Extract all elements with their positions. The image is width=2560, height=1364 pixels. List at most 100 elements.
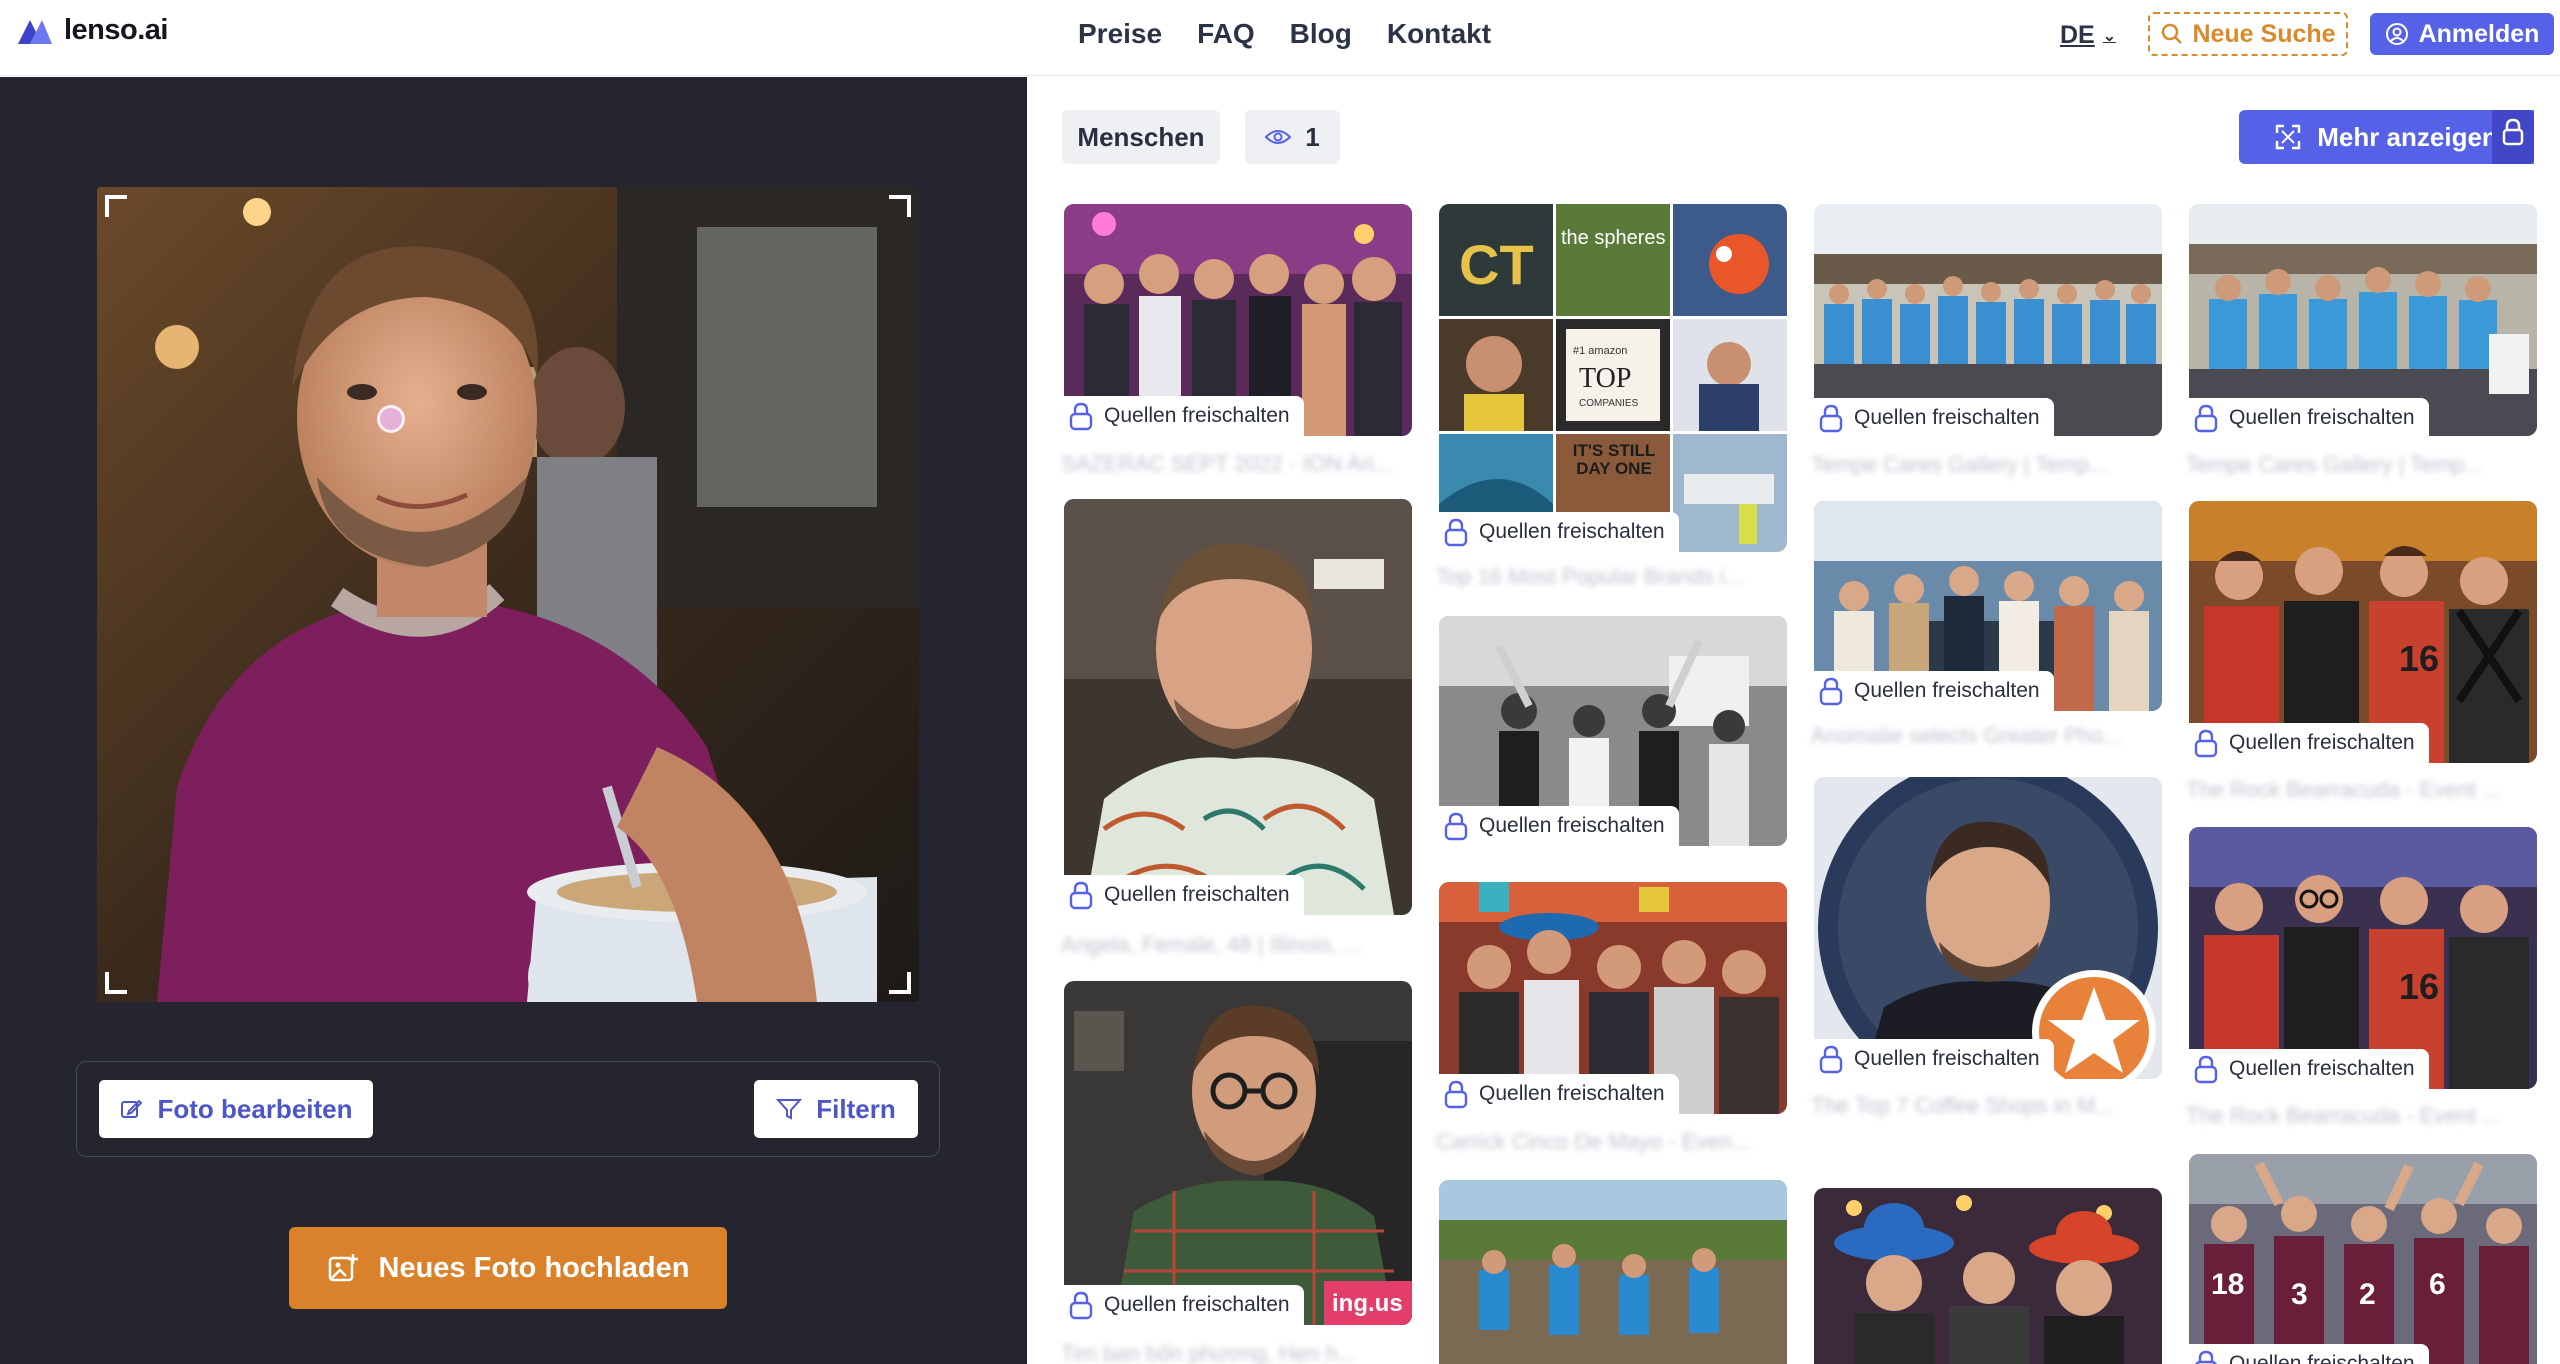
view-count: 1 bbox=[1305, 121, 1320, 152]
new-search-button[interactable]: Neue Suche bbox=[2148, 12, 2348, 56]
result-card[interactable]: Quellen freischalten Tempe Cares Gallery… bbox=[1811, 204, 2162, 477]
unlock-sources-badge[interactable]: Quellen freischalten bbox=[2189, 398, 2429, 438]
result-caption: Top 16 Most Popular Brands i... bbox=[1436, 564, 1743, 589]
uploaded-photo-panel: Foto bearbeiten Filtern Neues Foto hochl… bbox=[0, 77, 1027, 1364]
unlock-sources-badge[interactable]: Quellen freischalten bbox=[1814, 671, 2054, 711]
result-card[interactable]: 16 Quellen freischalten The Rock Bearrac… bbox=[2186, 501, 2537, 808]
unlock-sources-badge[interactable]: Quellen freischalten bbox=[1439, 806, 1679, 846]
eye-icon bbox=[1265, 130, 1292, 144]
new-search-label: Neue Suche bbox=[2192, 19, 2336, 48]
photo-tools-bar: Foto bearbeiten Filtern bbox=[76, 1061, 940, 1157]
lock-icon bbox=[1069, 402, 1093, 431]
svg-text:16: 16 bbox=[2399, 638, 2439, 679]
result-caption: Tempe Cares Gallery | Temp... bbox=[2186, 452, 2483, 477]
result-card[interactable]: Quellen freischalten Anomalie selects Gr… bbox=[1811, 501, 2162, 756]
top-header: lenso.ai Preise FAQ Blog Kontakt DE ⌄ Ne… bbox=[0, 0, 2560, 76]
upload-new-photo-button[interactable]: Neues Foto hochladen bbox=[289, 1227, 727, 1309]
collage-text: #1 amazon bbox=[1573, 345, 1627, 357]
language-label: DE bbox=[2060, 21, 2095, 49]
result-caption: Anomalie selects Greater Pho... bbox=[1811, 723, 2122, 748]
result-caption: Carrick Cinco De Mayo - Even... bbox=[1436, 1129, 1751, 1154]
result-image bbox=[1814, 777, 2162, 1079]
unlock-sources-label: Quellen freischalten bbox=[2229, 1057, 2415, 1080]
result-image bbox=[1439, 1180, 1787, 1364]
result-card[interactable]: 16 Quellen freischalten The Rock Bearrac… bbox=[2186, 827, 2537, 1134]
nav-preise[interactable]: Preise bbox=[1078, 18, 1162, 50]
unlock-sources-badge[interactable]: Quellen freischalten bbox=[2189, 723, 2429, 763]
collage-text: TOP bbox=[1579, 363, 1631, 394]
people-chip-label: Menschen bbox=[1077, 121, 1205, 152]
result-card[interactable]: Quellen freischalten Tempe Cares Gallery… bbox=[2186, 204, 2537, 477]
people-filter-chip[interactable]: Menschen bbox=[1062, 110, 1220, 164]
lock-icon bbox=[1444, 518, 1468, 547]
result-card[interactable]: Quellen freischalten bbox=[1439, 616, 1787, 846]
unlock-sources-badge[interactable]: Quellen freischalten bbox=[1439, 1074, 1679, 1114]
result-caption: The Rock Bearracuda - Event ... bbox=[2186, 777, 2501, 802]
watermark-text: ing.us bbox=[1332, 1290, 1403, 1317]
svg-text:3: 3 bbox=[2291, 1278, 2308, 1311]
crop-corner-top-right[interactable] bbox=[889, 195, 911, 217]
filter-label: Filtern bbox=[816, 1093, 896, 1124]
result-card[interactable]: Quellen freischalten The Top 7 Coffee Sh… bbox=[1811, 777, 2162, 1127]
result-caption: Tempe Cares Gallery | Temp... bbox=[1811, 452, 2108, 477]
filter-button[interactable]: Filtern bbox=[754, 1080, 918, 1138]
unlock-sources-badge[interactable]: Quellen freischalten bbox=[1064, 1285, 1304, 1325]
upload-label: Neues Foto hochladen bbox=[378, 1251, 690, 1284]
unlock-sources-label: Quellen freischalten bbox=[1104, 404, 1290, 427]
result-image bbox=[1064, 499, 1412, 915]
logo[interactable]: lenso.ai bbox=[16, 14, 169, 47]
unlock-sources-badge[interactable]: Quellen freischalten bbox=[1064, 875, 1304, 915]
unlock-sources-label: Quellen freischalten bbox=[1479, 520, 1665, 543]
unlock-sources-badge[interactable]: Quellen freischalten bbox=[2189, 1344, 2429, 1364]
face-marker[interactable] bbox=[377, 405, 405, 433]
edit-icon bbox=[121, 1099, 143, 1118]
result-image: ing.us bbox=[1064, 981, 1412, 1325]
unlock-sources-badge[interactable]: Quellen freischalten bbox=[1814, 1039, 2054, 1079]
nav-kontakt[interactable]: Kontakt bbox=[1387, 18, 1491, 50]
show-more-label: Mehr anzeigen bbox=[2317, 121, 2498, 152]
unlock-sources-label: Quellen freischalten bbox=[1854, 679, 2040, 702]
nav-faq[interactable]: FAQ bbox=[1197, 18, 1255, 50]
language-select[interactable]: DE ⌄ bbox=[2060, 21, 2116, 50]
lenso-logo-icon bbox=[18, 19, 52, 44]
result-card[interactable]: CT the spheres #1 amazon TOP COMPANIES I… bbox=[1436, 204, 1787, 589]
lock-icon bbox=[1819, 404, 1843, 433]
lock-tab[interactable] bbox=[2492, 110, 2534, 164]
result-card[interactable]: Quellen freischalten Angela, Female, 48 … bbox=[1061, 499, 1412, 957]
lock-icon bbox=[2195, 1350, 2217, 1364]
svg-text:16: 16 bbox=[2399, 966, 2439, 1007]
crop-corner-top-left[interactable] bbox=[105, 195, 127, 217]
result-card[interactable]: Quellen freischalten Carrick Cinco De Ma… bbox=[1436, 882, 1787, 1154]
result-card[interactable]: 18 3 2 6 Quellen freischalten bbox=[2189, 1154, 2537, 1364]
result-card[interactable]: ing.us Quellen freischalten Tim ban bốn … bbox=[1061, 981, 1412, 1364]
result-card[interactable]: Quellen freischalten SAZERAC SEPT 2022 -… bbox=[1061, 204, 1412, 478]
unlock-sources-label: Quellen freischalten bbox=[2229, 731, 2415, 754]
logo-text: lenso.ai bbox=[64, 14, 169, 46]
result-card[interactable] bbox=[1439, 1180, 1787, 1364]
result-card[interactable] bbox=[1814, 1188, 2162, 1364]
crop-corner-bottom-right[interactable] bbox=[889, 972, 911, 994]
chevron-down-icon: ⌄ bbox=[2102, 27, 2117, 45]
lock-icon bbox=[2194, 1055, 2218, 1084]
unlock-sources-label: Quellen freischalten bbox=[1854, 1047, 2040, 1070]
lock-icon bbox=[2194, 729, 2218, 758]
uploaded-photo[interactable] bbox=[97, 187, 919, 1002]
result-caption: The Rock Bearracuda - Event ... bbox=[2186, 1103, 2501, 1128]
result-image: CT the spheres #1 amazon TOP COMPANIES I… bbox=[1439, 204, 1787, 552]
login-button[interactable]: Anmelden bbox=[2370, 13, 2554, 55]
unlock-sources-badge[interactable]: Quellen freischalten bbox=[1064, 396, 1304, 436]
unlock-sources-badge[interactable]: Quellen freischalten bbox=[1814, 398, 2054, 438]
show-more-button[interactable]: Mehr anzeigen bbox=[2239, 110, 2534, 164]
result-caption: The Top 7 Coffee Shops in M... bbox=[1811, 1093, 2114, 1118]
collage-text: IT'S STILL DAY ONE bbox=[1572, 442, 1656, 478]
nav-blog[interactable]: Blog bbox=[1290, 18, 1352, 50]
view-count-chip: 1 bbox=[1245, 110, 1340, 164]
collage-text: COMPANIES bbox=[1579, 398, 1639, 409]
edit-photo-button[interactable]: Foto bearbeiten bbox=[99, 1080, 373, 1138]
unlock-sources-badge[interactable]: Quellen freischalten bbox=[2189, 1049, 2429, 1089]
unlock-sources-badge[interactable]: Quellen freischalten bbox=[1439, 512, 1679, 552]
crop-corner-bottom-left[interactable] bbox=[105, 972, 127, 994]
unlock-sources-label: Quellen freischalten bbox=[1104, 1293, 1290, 1316]
unlock-sources-label: Quellen freischalten bbox=[1104, 883, 1290, 906]
search-icon bbox=[2162, 23, 2183, 44]
